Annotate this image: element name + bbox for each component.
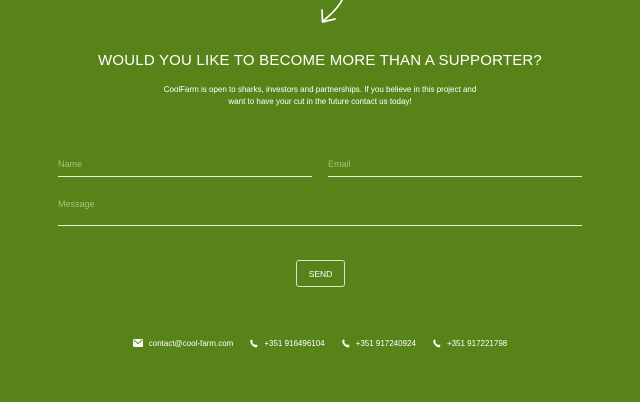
- contact-phone-link-2[interactable]: +351 917240924: [341, 338, 416, 348]
- contact-phone-link-1[interactable]: +351 916496104: [250, 338, 325, 348]
- phone-icon: [250, 338, 258, 347]
- supporter-contact-section: WOULD YOU LIKE TO BECOME MORE THAN A SUP…: [0, 0, 640, 402]
- contact-bar: contact@cool-farm.com +351 916496104 +35…: [0, 337, 640, 349]
- intro-text: CoolFarm is open to sharks, investors an…: [160, 84, 480, 108]
- email-input[interactable]: [328, 158, 582, 177]
- arrow-icon: [321, 0, 343, 23]
- phone-icon: [433, 338, 441, 347]
- phone-icon: [341, 338, 350, 347]
- section-headline: WOULD YOU LIKE TO BECOME MORE THAN A SUP…: [98, 52, 542, 69]
- envelope-icon: [132, 339, 143, 347]
- contact-phone-text-1: +351 916496104: [264, 338, 325, 348]
- send-button[interactable]: SEND: [296, 260, 345, 287]
- contact-email-text: contact@cool-farm.com: [148, 338, 234, 348]
- contact-phone-text-2: +351 917240924: [355, 338, 416, 348]
- contact-phone-link-3[interactable]: +351 917221798: [433, 339, 507, 348]
- message-input[interactable]: [58, 199, 582, 226]
- contact-phone-text-3: +351 917221798: [446, 338, 508, 348]
- intro-line-2: want to have your cut in the future cont…: [228, 97, 412, 106]
- intro-line-1: CoolFarm is open to sharks, investors an…: [163, 85, 477, 94]
- contact-email-link[interactable]: contact@cool-farm.com: [132, 338, 234, 348]
- name-input[interactable]: [58, 158, 312, 177]
